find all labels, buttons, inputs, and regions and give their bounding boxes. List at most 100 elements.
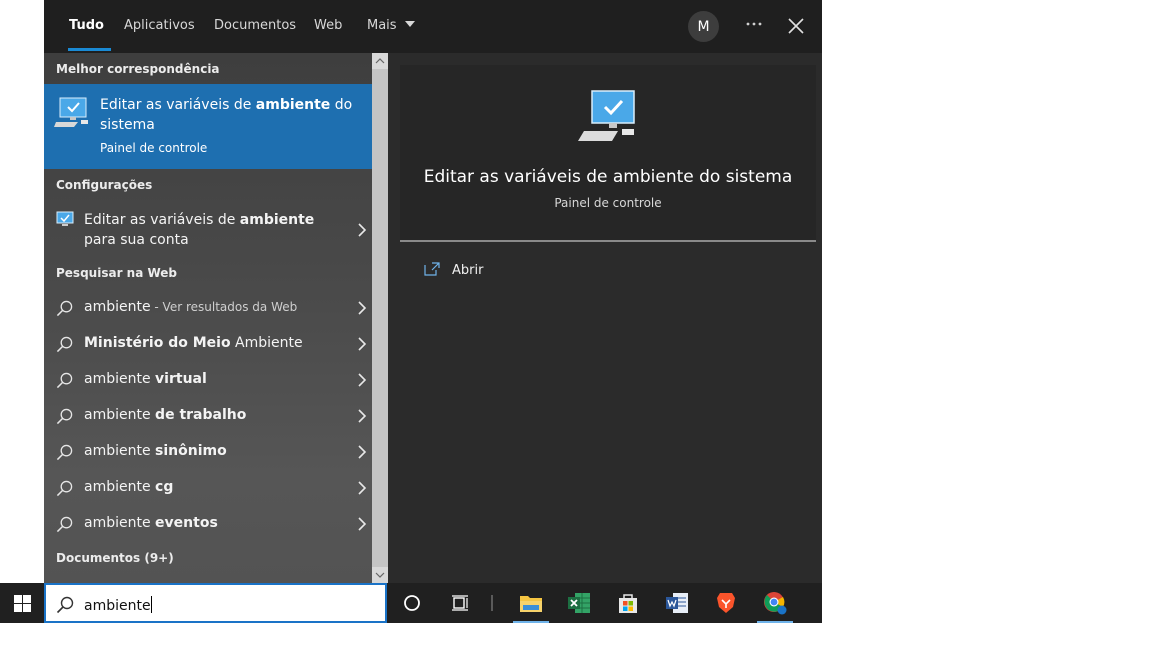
best-match-title: Editar as variáveis de ambiente do siste…	[100, 95, 360, 135]
search-icon	[56, 336, 73, 353]
settings-result-part: Editar as variáveis de	[84, 212, 240, 228]
web-result-item[interactable]: ambiente de trabalho	[44, 398, 372, 434]
web-result-text: ambiente eventos	[84, 515, 218, 531]
web-result-text: ambiente sinônimo	[84, 443, 227, 459]
results-list: Melhor correspondência Editar as variáve…	[44, 53, 372, 583]
detail-subtitle: Painel de controle	[554, 196, 662, 210]
scroll-down-button[interactable]	[372, 567, 388, 583]
best-match-subtitle: Painel de controle	[100, 141, 208, 155]
chevron-right-icon[interactable]	[356, 223, 368, 237]
web-result-highlight: virtual	[155, 371, 207, 387]
section-web-search: Pesquisar na Web	[56, 266, 178, 280]
close-icon[interactable]	[786, 16, 806, 36]
web-result-text: ambiente - Ver resultados da Web	[84, 299, 297, 315]
system-computer-icon	[578, 90, 635, 141]
search-icon	[56, 480, 73, 497]
store-button[interactable]	[606, 583, 650, 623]
settings-result-item[interactable]: Editar as variáveis de ambiente para sua…	[44, 206, 372, 254]
search-icon	[56, 516, 73, 533]
web-result-item[interactable]: Ministério do Meio Ambiente	[44, 326, 372, 362]
chrome-button[interactable]	[753, 583, 797, 623]
web-result-highlight: sinônimo	[155, 443, 227, 459]
chevron-right-icon[interactable]	[356, 481, 368, 495]
task-view-icon	[452, 595, 468, 611]
section-settings: Configurações	[56, 178, 153, 192]
brave-browser-button[interactable]	[704, 583, 748, 623]
web-result-highlight: cg	[155, 479, 174, 495]
open-label: Abrir	[452, 263, 484, 278]
chevron-down-icon	[404, 21, 415, 27]
task-view-button[interactable]	[438, 583, 482, 623]
tab-more-label: Mais	[367, 18, 397, 33]
chevron-right-icon[interactable]	[356, 301, 368, 315]
web-result-highlight: eventos	[155, 515, 218, 531]
tab-all[interactable]: Tudo	[69, 18, 104, 33]
active-indicator	[757, 621, 793, 623]
detail-title: Editar as variáveis de ambiente do siste…	[423, 167, 793, 187]
search-icon	[56, 444, 73, 461]
section-documents: Documentos (9+)	[56, 551, 174, 565]
cortana-button[interactable]	[390, 583, 434, 623]
start-button[interactable]	[0, 583, 44, 623]
section-best-match: Melhor correspondência	[56, 62, 220, 76]
tab-documents[interactable]: Documentos	[214, 18, 296, 33]
tab-apps[interactable]: Aplicativos	[124, 18, 195, 33]
taskbar-separator	[491, 595, 493, 611]
avatar[interactable]: M	[688, 11, 719, 42]
more-options-icon[interactable]	[744, 14, 764, 34]
chevron-right-icon[interactable]	[356, 337, 368, 351]
chevron-right-icon[interactable]	[356, 409, 368, 423]
chevron-right-icon[interactable]	[356, 445, 368, 459]
web-result-query: ambiente	[84, 371, 156, 387]
web-result-item[interactable]: ambiente virtual	[44, 362, 372, 398]
divider	[400, 240, 816, 242]
settings-result-highlight: ambiente	[239, 212, 315, 228]
text-caret	[150, 596, 152, 613]
file-explorer-button[interactable]	[509, 583, 553, 623]
taskbar: ambiente	[0, 583, 822, 623]
web-result-item[interactable]: ambiente sinônimo	[44, 434, 372, 470]
tab-web[interactable]: Web	[314, 18, 342, 33]
word-button[interactable]	[655, 583, 699, 623]
search-icon	[56, 372, 73, 389]
web-result-item[interactable]: ambiente cg	[44, 470, 372, 506]
search-panel: Tudo Aplicativos Documentos Web Mais M M…	[44, 0, 822, 583]
windows-logo-icon	[13, 594, 31, 612]
avatar-letter: M	[697, 18, 710, 35]
web-result-text: ambiente virtual	[84, 371, 207, 387]
web-result-hint: - Ver resultados da Web	[150, 300, 298, 314]
monitor-settings-icon	[56, 211, 74, 226]
web-result-query: ambiente	[84, 299, 151, 315]
chevron-right-icon[interactable]	[356, 373, 368, 387]
cortana-icon	[404, 595, 420, 611]
web-result-text: Ministério do Meio Ambiente	[84, 335, 303, 351]
best-match-item[interactable]: Editar as variáveis de ambiente do siste…	[44, 84, 372, 169]
store-icon	[619, 594, 637, 613]
active-indicator	[513, 621, 549, 623]
web-result-item[interactable]: ambiente - Ver resultados da Web	[44, 290, 372, 326]
chrome-icon	[764, 592, 787, 615]
word-icon	[666, 593, 688, 613]
excel-button[interactable]	[557, 583, 601, 623]
web-result-text: ambiente cg	[84, 479, 173, 495]
results-scrollbar[interactable]	[372, 53, 388, 583]
web-result-text: ambiente de trabalho	[84, 407, 246, 423]
taskbar-search-box[interactable]: ambiente	[44, 583, 387, 623]
search-query: ambiente	[84, 598, 151, 614]
search-icon	[56, 300, 73, 317]
brave-lion-icon	[717, 593, 735, 613]
system-computer-icon	[54, 97, 88, 127]
web-result-query: ambiente	[84, 407, 156, 423]
desktop: Tudo Aplicativos Documentos Web Mais M M…	[0, 0, 1152, 648]
chevron-right-icon[interactable]	[356, 517, 368, 531]
open-action[interactable]: Abrir	[400, 255, 816, 285]
active-tab-indicator	[68, 48, 111, 51]
chevron-down-icon	[375, 572, 385, 578]
detail-pane: Editar as variáveis de ambiente do siste…	[400, 65, 816, 583]
scroll-up-button[interactable]	[372, 53, 388, 69]
tab-more[interactable]: Mais	[367, 18, 415, 33]
web-result-query: ambiente	[84, 515, 156, 531]
web-result-item[interactable]: ambiente eventos	[44, 506, 372, 542]
search-input[interactable]: ambiente	[84, 596, 152, 614]
chevron-up-icon	[375, 58, 385, 64]
